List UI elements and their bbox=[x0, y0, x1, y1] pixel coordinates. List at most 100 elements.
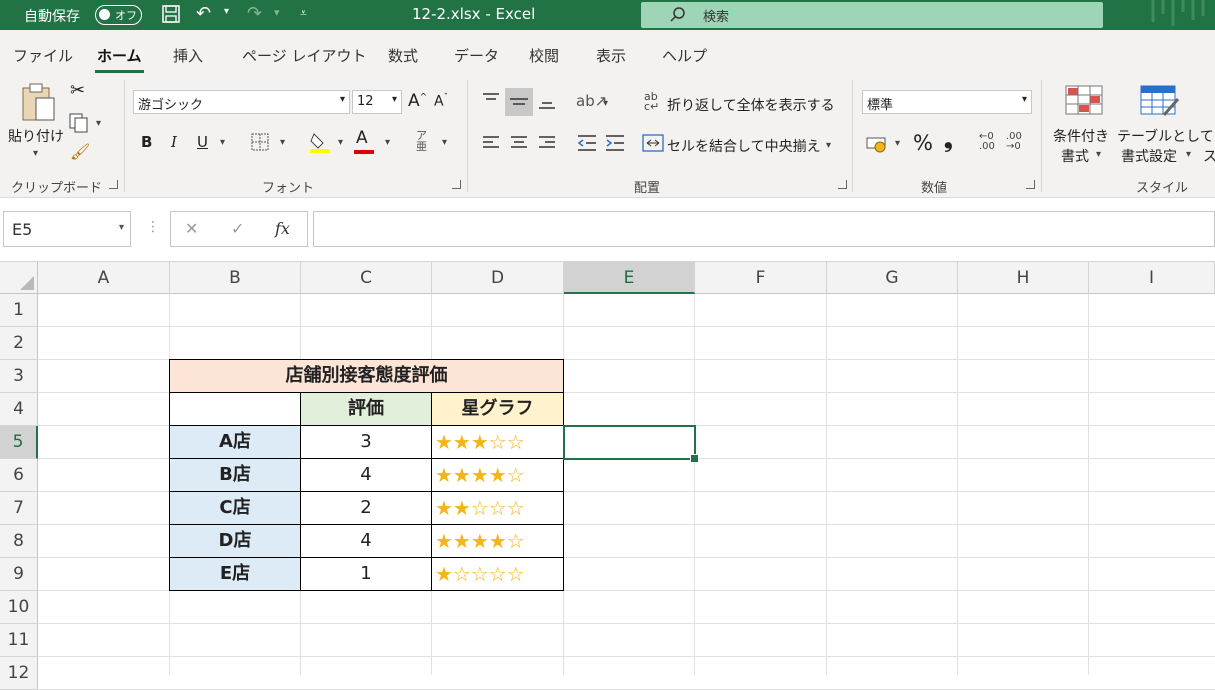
row-header-2[interactable]: 2 bbox=[0, 327, 38, 360]
row-header-7[interactable]: 7 bbox=[0, 492, 38, 525]
border-dropdown-icon[interactable]: ▾ bbox=[280, 137, 285, 148]
merge-center-icon[interactable] bbox=[642, 134, 664, 156]
currency-dropdown-icon[interactable]: ▾ bbox=[895, 138, 900, 149]
header-cell-rating[interactable]: 評価 bbox=[300, 392, 432, 426]
format-as-table-label-2[interactable]: 書式設定 bbox=[1121, 146, 1177, 166]
row-header-1[interactable]: 1 bbox=[0, 294, 38, 327]
stars-cell[interactable]: ★★★☆☆ bbox=[431, 425, 564, 459]
currency-icon[interactable] bbox=[866, 135, 890, 157]
wrap-text-icon[interactable]: ab c↵ bbox=[644, 91, 659, 112]
font-color-icon[interactable]: A bbox=[354, 128, 374, 154]
table-title-cell[interactable]: 店舗別接客態度評価 bbox=[169, 359, 564, 393]
percent-button[interactable]: % bbox=[913, 131, 933, 155]
customize-qat-icon[interactable]: ⩡ bbox=[300, 6, 307, 21]
wrap-text-button[interactable]: 折り返して全体を表示する bbox=[667, 95, 835, 115]
phonetic-dropdown-icon[interactable]: ▾ bbox=[442, 137, 447, 148]
search-box[interactable]: 検索 bbox=[641, 2, 1103, 28]
formula-bar-splitter-icon[interactable]: ⋮ bbox=[146, 219, 160, 235]
border-icon[interactable] bbox=[250, 132, 270, 156]
comma-button[interactable]: ❟ bbox=[944, 128, 953, 153]
column-header-c[interactable]: C bbox=[301, 262, 432, 294]
decrease-indent-icon[interactable] bbox=[576, 134, 598, 156]
undo-dropdown-icon[interactable]: ▾ bbox=[224, 6, 229, 17]
merge-center-button[interactable]: セルを結合して中央揃え bbox=[667, 136, 821, 156]
conditional-format-label-1[interactable]: 条件付き bbox=[1053, 126, 1109, 146]
align-center-icon[interactable] bbox=[509, 134, 529, 156]
cancel-icon[interactable]: ✕ bbox=[185, 219, 198, 238]
align-middle-icon[interactable] bbox=[505, 88, 533, 116]
row-header-8[interactable]: 8 bbox=[0, 525, 38, 558]
cell-styles-label[interactable]: ス bbox=[1203, 146, 1215, 166]
column-header-g[interactable]: G bbox=[827, 262, 958, 294]
merge-dropdown-icon[interactable]: ▾ bbox=[826, 140, 831, 151]
alignment-launcher-icon[interactable] bbox=[838, 180, 847, 189]
table-dropdown-icon[interactable]: ▾ bbox=[1186, 149, 1191, 160]
rating-cell[interactable]: 1 bbox=[300, 557, 432, 591]
stars-cell[interactable]: ★★★★☆ bbox=[431, 524, 564, 558]
align-right-icon[interactable] bbox=[537, 134, 557, 156]
name-box[interactable]: E5 ▾ bbox=[3, 211, 131, 247]
select-all-button[interactable] bbox=[0, 262, 38, 294]
row-header-9[interactable]: 9 bbox=[0, 558, 38, 591]
format-as-table-label-1[interactable]: テーブルとして bbox=[1117, 126, 1214, 146]
align-bottom-icon[interactable] bbox=[537, 92, 557, 114]
fill-color-icon[interactable] bbox=[309, 130, 331, 158]
column-header-h[interactable]: H bbox=[958, 262, 1089, 294]
orientation-dropdown-icon[interactable]: ▾ bbox=[603, 98, 608, 109]
formula-input[interactable] bbox=[313, 211, 1215, 247]
phonetic-icon[interactable]: ア亜 bbox=[416, 130, 427, 152]
store-cell[interactable]: A店 bbox=[169, 425, 301, 459]
column-header-d[interactable]: D bbox=[432, 262, 564, 294]
column-header-f[interactable]: F bbox=[695, 262, 827, 294]
tab-page-layout[interactable]: ページ レイアウト bbox=[242, 45, 366, 66]
store-cell[interactable]: C店 bbox=[169, 491, 301, 525]
conditional-format-label-2[interactable]: 書式 bbox=[1061, 146, 1089, 166]
redo-icon[interactable]: ↷ bbox=[247, 3, 262, 24]
rating-cell[interactable]: 4 bbox=[300, 524, 432, 558]
underline-dropdown-icon[interactable]: ▾ bbox=[220, 137, 225, 148]
rating-cell[interactable]: 4 bbox=[300, 458, 432, 492]
grow-font-icon[interactable]: A^ bbox=[408, 91, 427, 111]
copy-icon[interactable] bbox=[68, 112, 90, 138]
store-cell[interactable]: B店 bbox=[169, 458, 301, 492]
column-header-i[interactable]: I bbox=[1089, 262, 1215, 294]
worksheet-grid[interactable]: A B C D E F G H I 1 2 3 4 5 6 7 8 9 10 11 12 店舗別接客態度評価 評価 星グラフ A… bbox=[0, 262, 1215, 690]
shrink-font-icon[interactable]: Aˇ bbox=[434, 93, 448, 110]
paste-label[interactable]: 貼り付け bbox=[8, 126, 64, 146]
font-name-select[interactable]: 游ゴシック ▾ bbox=[133, 90, 350, 114]
tab-data[interactable]: データ bbox=[454, 45, 499, 66]
stars-cell[interactable]: ★☆☆☆☆ bbox=[431, 557, 564, 591]
autosave-toggle[interactable]: オフ bbox=[95, 5, 142, 25]
tab-file[interactable]: ファイル bbox=[13, 45, 73, 66]
conditional-format-icon[interactable] bbox=[1065, 85, 1103, 119]
store-cell[interactable]: E店 bbox=[169, 557, 301, 591]
decrease-decimal-icon[interactable]: .00 →0 bbox=[1006, 132, 1022, 152]
header-cell-blank[interactable] bbox=[169, 392, 301, 426]
row-header-12[interactable]: 12 bbox=[0, 657, 38, 690]
save-icon[interactable] bbox=[161, 4, 181, 28]
undo-icon[interactable]: ↶ bbox=[196, 3, 211, 24]
number-launcher-icon[interactable] bbox=[1026, 180, 1035, 189]
bold-button[interactable]: B bbox=[141, 133, 152, 151]
font-color-dropdown-icon[interactable]: ▾ bbox=[385, 137, 390, 148]
increase-indent-icon[interactable] bbox=[604, 134, 626, 156]
row-header-11[interactable]: 11 bbox=[0, 624, 38, 657]
column-header-a[interactable]: A bbox=[38, 262, 170, 294]
paste-icon[interactable] bbox=[20, 82, 58, 128]
stars-cell[interactable]: ★★★★☆ bbox=[431, 458, 564, 492]
stars-cell[interactable]: ★★☆☆☆ bbox=[431, 491, 564, 525]
row-header-10[interactable]: 10 bbox=[0, 591, 38, 624]
fill-color-dropdown-icon[interactable]: ▾ bbox=[338, 137, 343, 148]
tab-view[interactable]: 表示 bbox=[596, 45, 626, 66]
font-launcher-icon[interactable] bbox=[452, 180, 461, 189]
increase-decimal-icon[interactable]: ←0.00 bbox=[979, 132, 995, 152]
paste-dropdown-icon[interactable]: ▾ bbox=[33, 148, 38, 159]
column-header-b[interactable]: B bbox=[170, 262, 301, 294]
tab-home[interactable]: ホーム bbox=[95, 45, 144, 73]
copy-dropdown-icon[interactable]: ▾ bbox=[96, 118, 101, 129]
align-top-icon[interactable] bbox=[481, 92, 501, 114]
clipboard-launcher-icon[interactable] bbox=[109, 180, 118, 189]
format-as-table-icon[interactable] bbox=[1140, 85, 1180, 123]
column-header-e[interactable]: E bbox=[564, 262, 695, 294]
italic-button[interactable]: I bbox=[171, 133, 177, 151]
